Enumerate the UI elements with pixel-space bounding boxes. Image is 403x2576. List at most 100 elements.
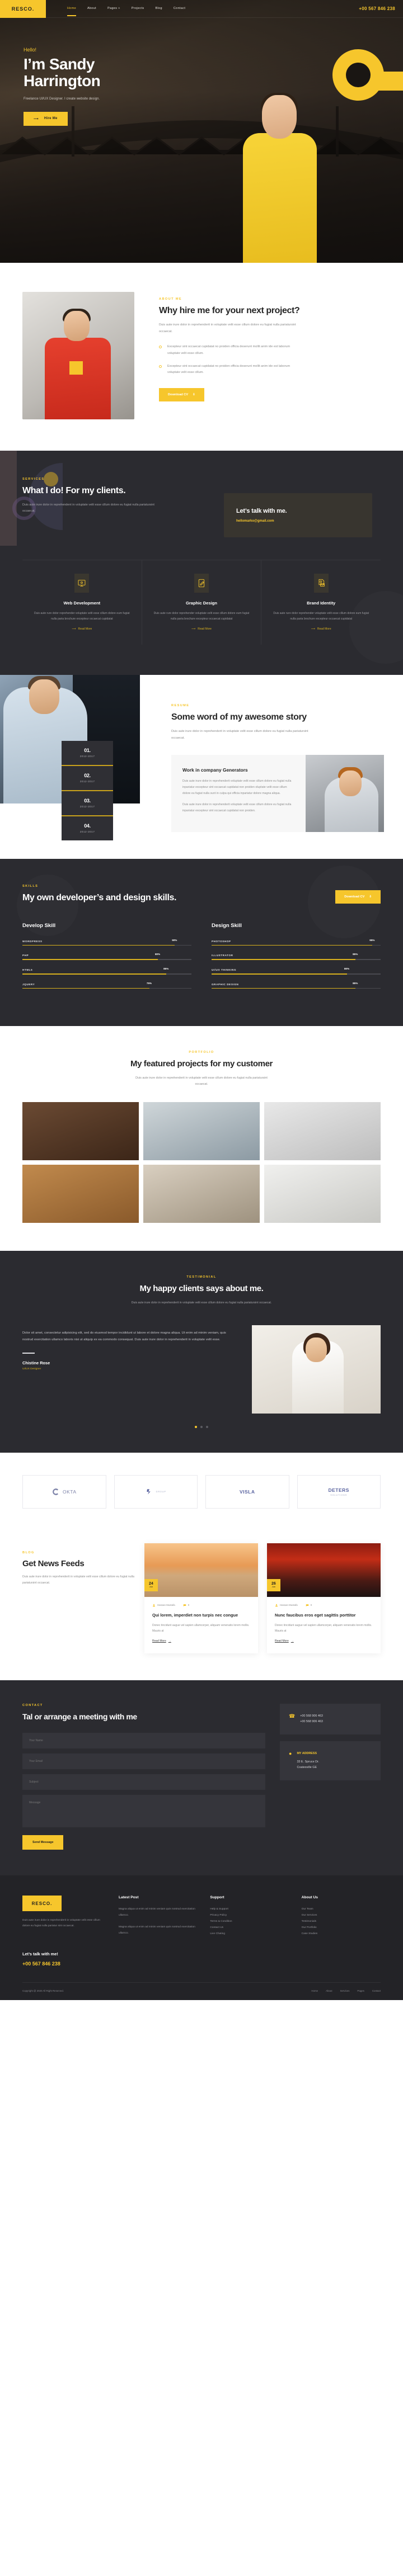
footer-link[interactable]: Testimonials bbox=[302, 1918, 381, 1925]
timeline-item[interactable]: 03. 2012-2017 bbox=[62, 791, 113, 816]
skill-bar bbox=[212, 973, 381, 975]
lets-talk-email[interactable]: hellomarko@gmail.com bbox=[236, 519, 360, 523]
design-skill-column: Design Skill PHOTOSHOP 95% ILLUSTRATOR 8… bbox=[212, 923, 381, 995]
nav-item-blog[interactable]: Blog bbox=[156, 7, 162, 11]
skill-fill bbox=[212, 944, 372, 946]
portfolio-section: PORTFOLIO My featured projects for my cu… bbox=[0, 1026, 403, 1251]
timeline-item[interactable]: 02. 2012-2017 bbox=[62, 766, 113, 791]
nav-item-about[interactable]: About bbox=[87, 7, 96, 11]
send-message-button[interactable]: Send Message bbox=[22, 1835, 64, 1850]
contact-phone-2[interactable]: +00 568 906 463 bbox=[300, 1719, 323, 1725]
portfolio-item-living-room[interactable] bbox=[143, 1165, 260, 1223]
hire-me-label: Hire Me bbox=[44, 117, 58, 121]
download-cv-button[interactable]: Download CV ⇩ bbox=[159, 388, 204, 402]
footer-link[interactable]: Privacy Policy bbox=[210, 1912, 289, 1918]
arrow-right-icon: ⟶ bbox=[191, 627, 196, 631]
brand-group[interactable]: GROUP bbox=[114, 1474, 198, 1509]
header-phone[interactable]: +00 567 846 238 bbox=[359, 6, 395, 11]
service-read-more-link[interactable]: ⟶ Read More bbox=[191, 627, 212, 631]
footer-cta-phone[interactable]: +00 567 846 238 bbox=[22, 1961, 381, 1967]
about-shirt bbox=[45, 338, 111, 419]
hire-me-button[interactable]: ⟶ Hire Me bbox=[24, 111, 68, 126]
hero-section: RESCO. Home About Pages + Projects Blog … bbox=[0, 0, 403, 263]
subject-input[interactable] bbox=[22, 1774, 265, 1790]
testimonial-lead: Duis aute irure dolor in reprehenderit i… bbox=[131, 1301, 272, 1304]
pagination-dot-1[interactable] bbox=[195, 1425, 197, 1428]
portfolio-item-hands-house[interactable] bbox=[22, 1102, 139, 1161]
skill-fill bbox=[212, 987, 355, 989]
hero-subtitle: Freelance UI/UX Designer. I create websi… bbox=[24, 97, 100, 101]
nav-item-pages[interactable]: Pages + bbox=[107, 7, 120, 11]
blog-read-more-link[interactable]: Read More → bbox=[152, 1639, 171, 1643]
footer-link[interactable]: Case Studies bbox=[302, 1931, 381, 1937]
pagination-dot-3[interactable] bbox=[206, 1425, 208, 1428]
logo[interactable]: RESCO. bbox=[0, 0, 46, 18]
timeline-years: 2012-2017 bbox=[79, 806, 95, 809]
address-row: ● MY ADDRESS 33 E. Spruce Dr. Coatesvill… bbox=[289, 1751, 372, 1770]
nav-item-home[interactable]: Home bbox=[67, 7, 76, 16]
footer-link[interactable]: Contact Us bbox=[210, 1925, 289, 1931]
email-input[interactable] bbox=[22, 1753, 265, 1770]
timeline-number: 03. bbox=[84, 798, 91, 803]
contact-phone-1[interactable]: +00 568 906 463 bbox=[300, 1714, 323, 1719]
nav-item-contact[interactable]: Contact bbox=[174, 7, 185, 11]
address-line-1: 33 E. Spruce Dr. bbox=[297, 1760, 319, 1764]
portfolio-item-camera-lens[interactable] bbox=[264, 1102, 381, 1161]
brand-okta[interactable]: OKTA bbox=[22, 1474, 106, 1509]
footer-latest-post-item[interactable]: Magna aliqua ut enim ad minim veniam qui… bbox=[119, 1906, 198, 1918]
footer-logo[interactable]: RESCO. bbox=[22, 1896, 62, 1912]
footer-latest-post-item[interactable]: Magna aliqua ut enim ad minim veniam qui… bbox=[119, 1924, 198, 1936]
arrow-right-icon: ⟶ bbox=[311, 627, 315, 631]
footer-bottom-link-home[interactable]: Home bbox=[311, 1989, 318, 1992]
name-input[interactable] bbox=[22, 1733, 265, 1749]
skill-row: GRAPHIC DESIGN 85% bbox=[212, 981, 381, 989]
skill-label: WORDPRESS bbox=[22, 939, 43, 943]
footer-bottom-link-about[interactable]: About bbox=[326, 1989, 332, 1992]
footer-link[interactable]: Terms & Condition bbox=[210, 1918, 289, 1925]
service-card-brand-identity[interactable]: Brand Identity Duis aute rure dolor repr… bbox=[261, 560, 381, 645]
blog-read-more-link[interactable]: Read More → bbox=[275, 1639, 294, 1643]
footer-link[interactable]: Our Portfolio bbox=[302, 1925, 381, 1931]
service-read-more-link[interactable]: ⟶ Read More bbox=[311, 627, 331, 631]
pagination-dot-2[interactable] bbox=[200, 1425, 203, 1428]
blog-comment-count: 0 bbox=[188, 1604, 190, 1607]
footer-bottom-link-services[interactable]: Services bbox=[340, 1989, 350, 1992]
footer-bottom-link-pages[interactable]: Pages bbox=[357, 1989, 364, 1992]
blog-card[interactable]: 24 Jun Hassan Mustafa 0 Qui lorem, imper… bbox=[144, 1543, 258, 1653]
portfolio-item-wood-texture[interactable] bbox=[22, 1165, 139, 1223]
service-desc: Duis aute rure dolor reprehender volupta… bbox=[153, 612, 250, 621]
testimonial-image bbox=[252, 1325, 381, 1414]
nav-item-projects[interactable]: Projects bbox=[132, 7, 144, 11]
portfolio-grid bbox=[22, 1102, 381, 1223]
blog-card[interactable]: 26 Jun Hassan Mustafa 0 Nunc faucibus er… bbox=[267, 1543, 381, 1653]
footer-link[interactable]: Live Chating bbox=[210, 1931, 289, 1937]
blog-post-title[interactable]: Qui lorem, imperdiet non turpis nec cong… bbox=[152, 1612, 250, 1618]
footer-bottom-link-contact[interactable]: Contact bbox=[372, 1989, 381, 1992]
footer-column-latest-post: Latest Post Magna aliqua ut enim ad mini… bbox=[119, 1896, 198, 1937]
portfolio-lead: Duis aute irure dolor in reprehenderit i… bbox=[135, 1076, 268, 1086]
portfolio-item-interior-window[interactable] bbox=[143, 1102, 260, 1161]
timeline-item[interactable]: 04. 2012-2017 bbox=[62, 816, 113, 840]
skills-download-cv-button[interactable]: Download CV ⇩ bbox=[335, 890, 381, 904]
service-card-graphic-design[interactable]: Graphic Design Duis aute rure dolor repr… bbox=[142, 560, 262, 645]
skill-fill bbox=[212, 959, 355, 960]
service-card-web-development[interactable]: Web Development Duis aute rure dolor rep… bbox=[22, 560, 142, 645]
skill-label: ILLUSTRATOR bbox=[212, 954, 233, 957]
arrow-right-icon: ⟶ bbox=[34, 117, 39, 121]
brand-deters[interactable]: DETERS SOLUTIONS bbox=[297, 1474, 381, 1509]
testimonial-pagination[interactable] bbox=[22, 1425, 381, 1428]
footer-link[interactable]: Our Team bbox=[302, 1906, 381, 1912]
about-feature-text: Excepteur sint occaecat cupidatat no pro… bbox=[167, 364, 290, 375]
timeline-item[interactable]: 01. 2012-2017 bbox=[62, 741, 113, 766]
portfolio-item-bathroom[interactable] bbox=[264, 1165, 381, 1223]
footer-link[interactable]: Help & Support bbox=[210, 1906, 289, 1912]
brand-visla[interactable]: VISLA bbox=[205, 1474, 289, 1509]
service-read-more-link[interactable]: ⟶ Read More bbox=[72, 627, 92, 631]
footer-link[interactable]: Our Services bbox=[302, 1912, 381, 1918]
timeline-number: 04. bbox=[84, 823, 91, 829]
message-textarea[interactable] bbox=[22, 1795, 265, 1828]
experience-image bbox=[306, 755, 384, 832]
lets-talk-title: Let’s talk with me. bbox=[236, 508, 287, 514]
blog-post-title[interactable]: Nunc faucibus eros eget sagittis porttit… bbox=[275, 1612, 373, 1618]
skills-title: My own developer’s and design skills. bbox=[22, 892, 177, 902]
